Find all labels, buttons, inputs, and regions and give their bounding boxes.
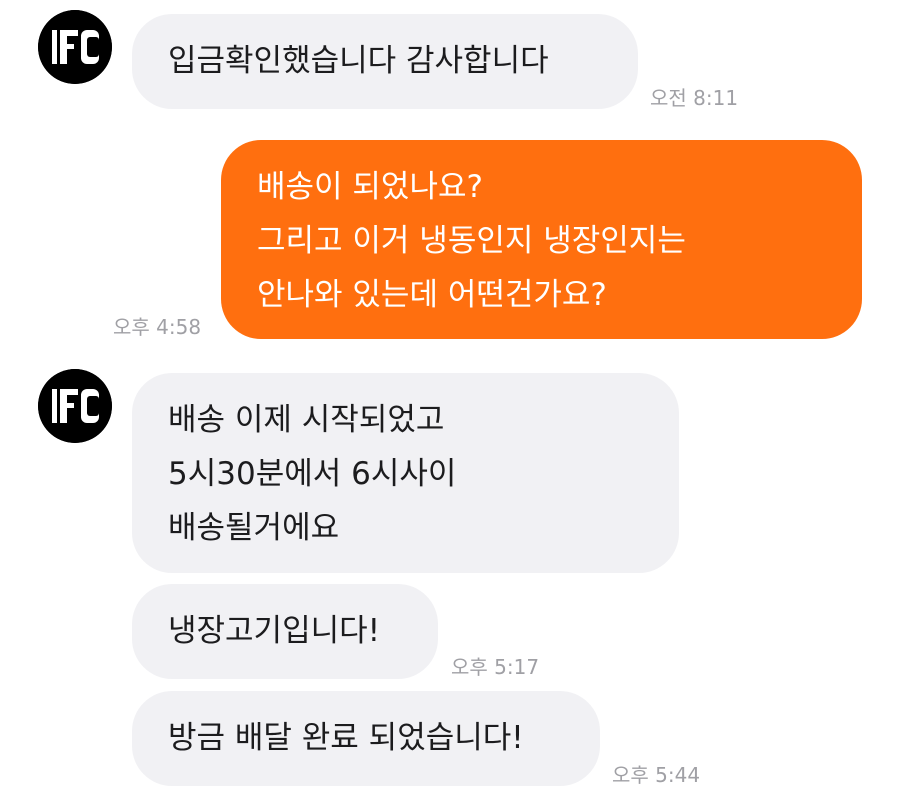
- incoming-message-bubble[interactable]: 냉장고기입니다!: [132, 584, 438, 679]
- message-text-line: 배송이 되었나요?: [257, 169, 483, 205]
- message-text: 방금 배달 완료 되었습니다!: [168, 720, 524, 756]
- message-timestamp: 오후 5:17: [451, 655, 540, 679]
- seller-avatar[interactable]: [38, 369, 112, 443]
- incoming-message-bubble[interactable]: 배송 이제 시작되었고 5시30분에서 6시사이 배송될거에요: [132, 373, 679, 573]
- message-text-line: 배송 이제 시작되었고: [168, 402, 445, 438]
- seller-logo-icon: [38, 369, 112, 443]
- message-timestamp: 오후 4:58: [113, 315, 202, 339]
- message-text-line: 그리고 이거 냉동인지 냉장인지는: [257, 223, 686, 259]
- message-text: 냉장고기입니다!: [168, 613, 381, 649]
- message-timestamp: 오후 5:44: [612, 763, 701, 787]
- seller-avatar[interactable]: [38, 10, 112, 84]
- message-text-line: 5시30분에서 6시사이: [168, 456, 457, 492]
- incoming-message-bubble[interactable]: 방금 배달 완료 되었습니다!: [132, 691, 600, 786]
- message-text-line: 안나와 있는데 어떤건가요?: [257, 277, 607, 313]
- seller-logo-icon: [38, 10, 112, 84]
- message-timestamp: 오전 8:11: [650, 86, 739, 110]
- message-text: 입금확인했습니다 감사합니다: [168, 43, 549, 79]
- message-text-line: 배송될거에요: [168, 510, 340, 546]
- outgoing-message-bubble[interactable]: 배송이 되었나요? 그리고 이거 냉동인지 냉장인지는 안나와 있는데 어떤건가…: [221, 140, 862, 339]
- incoming-message-bubble[interactable]: 입금확인했습니다 감사합니다: [132, 14, 638, 109]
